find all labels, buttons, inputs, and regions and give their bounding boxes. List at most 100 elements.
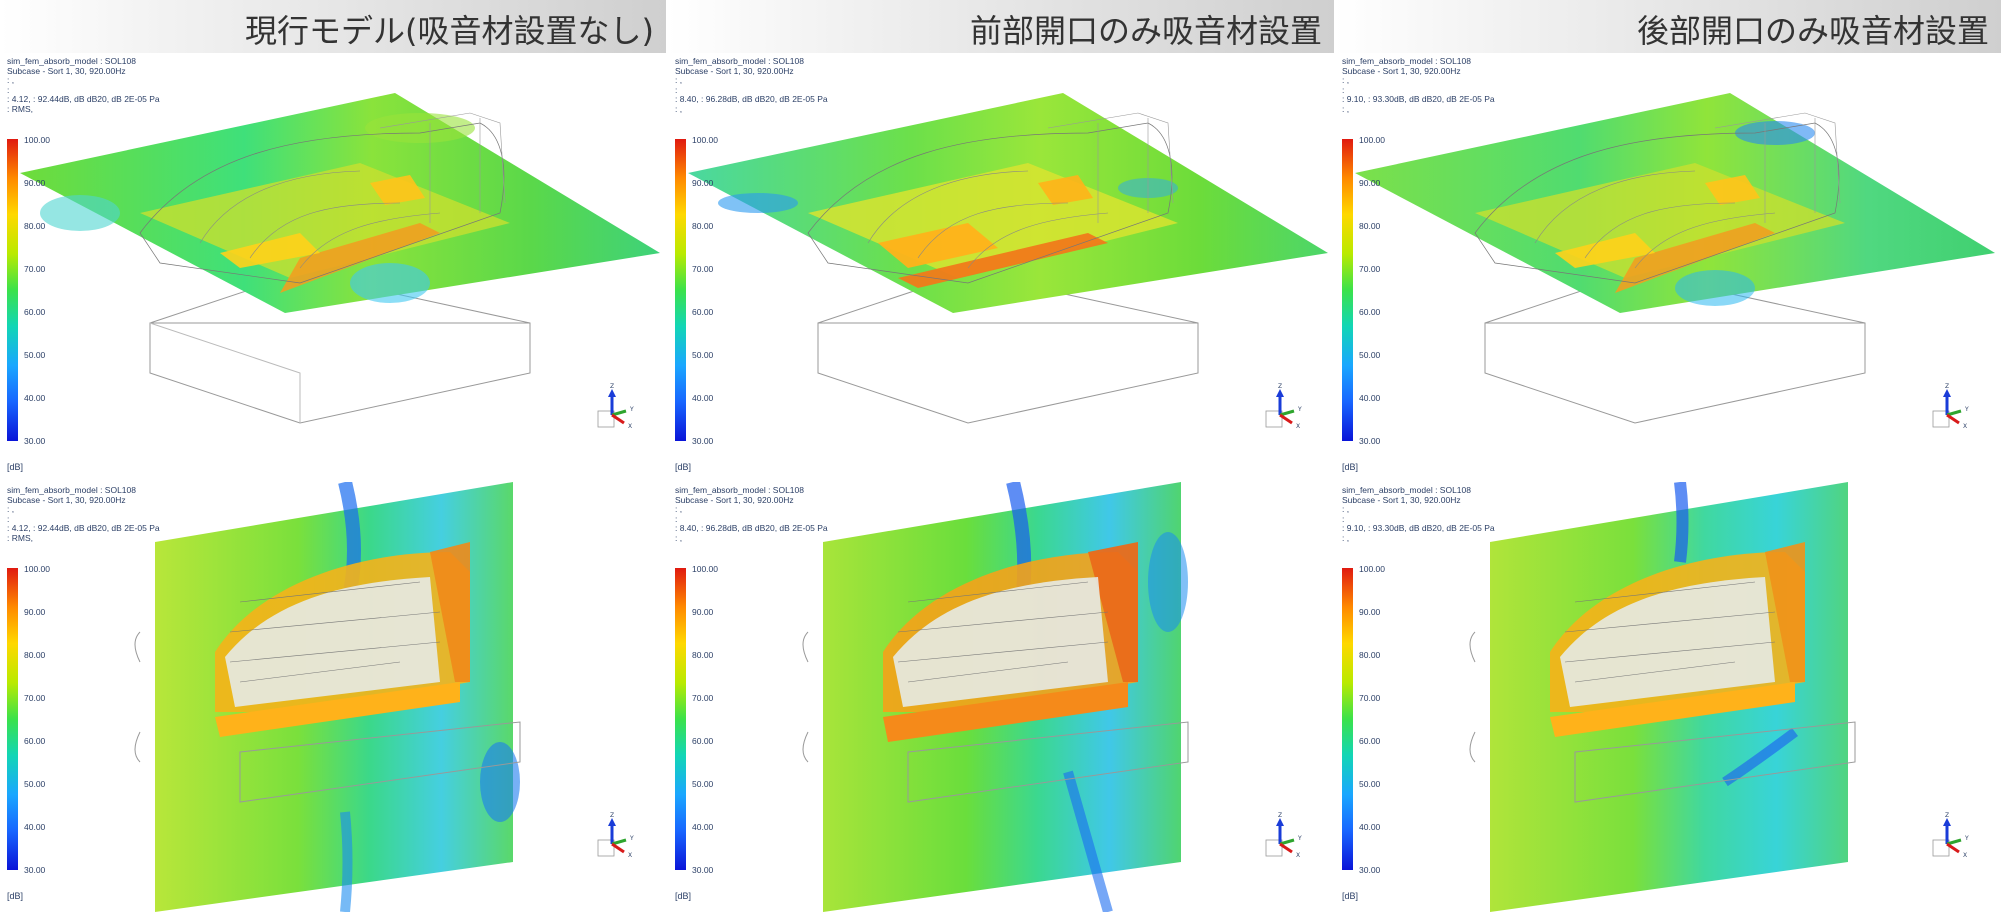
colorbar (1342, 139, 1353, 441)
column-title: 前部開口のみ吸音材設置 (969, 12, 1322, 50)
colorbar-tick: 100.00 (24, 135, 50, 145)
result-info: sim_fem_absorb_model : SOL108 Subcase - S… (7, 485, 160, 543)
triad-x-label: X (1963, 423, 1967, 430)
result-column-rear-absorber: 後部開口のみ吸音材設置 sim_fem_absorb_model: SOL10… (1335, 0, 2001, 912)
triad-x-label: X (628, 852, 632, 859)
colorbar-tick: 70.00 (1359, 693, 1381, 703)
triad-z-label: Z (610, 812, 614, 819)
colorbar-tick: 60.00 (1359, 736, 1381, 746)
colorbar-tick: 30.00 (24, 436, 46, 446)
triad-x-label: X (628, 423, 632, 430)
column-header: 前部開口のみ吸音材設置 (668, 0, 1334, 53)
colorbar-tick: 70.00 (24, 693, 46, 703)
triad-y-label: Y (1964, 406, 1969, 413)
colorbar-tick: 30.00 (1359, 865, 1381, 875)
column-header: 後部開口のみ吸音材設置 (1335, 0, 2001, 53)
result-info: sim_fem_absorb_model : SOL108 Subcase - S… (1342, 56, 1495, 114)
viewport-horizontal-section[interactable]: sim_fem_absorb_model : SOL108 Subcase - S… (1335, 53, 2001, 483)
colorbar-tick: 50.00 (1359, 350, 1381, 360)
triad-z-label: Z (1945, 383, 1949, 390)
colorbar (675, 568, 686, 870)
colorbar-tick: 80.00 (24, 650, 46, 660)
colorbar-tick: 80.00 (692, 650, 714, 660)
viewport-horizontal-section[interactable]: sim_fem_absorb_model : SOL108 Subcase - S… (0, 53, 666, 483)
colorbar (7, 568, 18, 870)
colorbar-tick: 100.00 (692, 135, 718, 145)
result-column-baseline: 現行モデル(吸音材設置なし) sim_fem_absorb_model: SO… (0, 0, 666, 912)
triad-y-label: Y (629, 406, 634, 413)
colorbar-unit: [dB] (675, 462, 692, 472)
colorbar-tick: 60.00 (24, 307, 46, 317)
triad-z-label: Z (1945, 812, 1949, 819)
colorbar-tick: 50.00 (24, 350, 46, 360)
axis-triad-icon: Z Y X (597, 383, 634, 430)
colorbar-tick: 50.00 (24, 779, 46, 789)
axis-triad-icon: Z Y X (1932, 383, 1969, 430)
colorbar-tick: 60.00 (24, 736, 46, 746)
colorbar-tick: 80.00 (692, 221, 714, 231)
contour-plot (1469, 482, 1856, 912)
triad-y-label: Y (1964, 835, 1969, 842)
colorbar-tick: 80.00 (24, 221, 46, 231)
triad-z-label: Z (1278, 383, 1282, 390)
colorbar-tick: 50.00 (692, 350, 714, 360)
colorbar-tick: 70.00 (1359, 264, 1381, 274)
triad-z-label: Z (1278, 812, 1282, 819)
colorbar-tick: 70.00 (692, 693, 714, 703)
triad-x-label: X (1296, 852, 1300, 859)
colorbar-tick: 60.00 (692, 307, 714, 317)
colorbar-tick: 40.00 (24, 822, 46, 832)
contour-plot (688, 93, 1328, 424)
column-title: 現行モデル(吸音材設置なし) (245, 12, 654, 50)
result-info: sim_fem_absorb_model : SOL108 Subcase - S… (1342, 485, 1495, 543)
colorbar (7, 139, 18, 441)
triad-y-label: Y (629, 835, 634, 842)
viewport-horizontal-section[interactable]: sim_fem_absorb_model : SOL108 Subcase - S… (668, 53, 1334, 483)
viewport-vertical-section[interactable]: sim_fem_absorb_model : SOL108 Subcase - S… (668, 482, 1334, 912)
colorbar-tick: 40.00 (692, 393, 714, 403)
triad-y-label: Y (1297, 406, 1302, 413)
colorbar-tick: 100.00 (1359, 135, 1385, 145)
viewport-vertical-section[interactable]: sim_fem_absorb_model : SOL108 Subcase - S… (0, 482, 666, 912)
colorbar-unit: [dB] (7, 891, 24, 901)
colorbar-tick: 80.00 (1359, 650, 1381, 660)
colorbar-tick: 30.00 (692, 865, 714, 875)
axis-triad-icon: Z Y X (1265, 383, 1302, 430)
triad-y-label: Y (1297, 835, 1302, 842)
colorbar-tick: 90.00 (692, 178, 714, 188)
colorbar-tick: 90.00 (1359, 178, 1381, 188)
colorbar-tick: 40.00 (24, 393, 46, 403)
triad-x-label: X (1963, 852, 1967, 859)
result-info: sim_fem_absorb_model : SOL108 Subcase - S… (675, 485, 828, 543)
colorbar-tick: 90.00 (24, 178, 46, 188)
column-header: 現行モデル(吸音材設置なし) (0, 0, 666, 53)
colorbar-tick: 90.00 (692, 607, 714, 617)
colorbar-unit: [dB] (675, 891, 692, 901)
axis-triad-icon: Z Y X (597, 812, 634, 859)
viewport-vertical-section[interactable]: sim_fem_absorb_model : SOL108 Subcase - S… (1335, 482, 2001, 912)
colorbar-tick: 30.00 (24, 865, 46, 875)
colorbar-unit: [dB] (1342, 462, 1359, 472)
colorbar-unit: [dB] (7, 462, 24, 472)
colorbar-tick: 90.00 (1359, 607, 1381, 617)
colorbar-tick: 40.00 (1359, 393, 1381, 403)
colorbar-tick: 100.00 (1359, 564, 1385, 574)
colorbar-tick: 100.00 (692, 564, 718, 574)
column-title: 後部開口のみ吸音材設置 (1636, 12, 1989, 50)
triad-z-label: Z (610, 383, 614, 390)
result-column-front-absorber: 前部開口のみ吸音材設置 sim_fem_absorb_model: SOL10… (668, 0, 1334, 912)
colorbar-tick: 40.00 (1359, 822, 1381, 832)
colorbar (1342, 568, 1353, 870)
colorbar-tick: 60.00 (1359, 307, 1381, 317)
colorbar-tick: 70.00 (24, 264, 46, 274)
colorbar-tick: 30.00 (692, 436, 714, 446)
colorbar-tick: 40.00 (692, 822, 714, 832)
result-info: sim_fem_absorb_model : SOL108 Subcase - S… (7, 56, 160, 114)
colorbar-tick: 100.00 (24, 564, 50, 574)
axis-triad-icon: Z Y X (1932, 812, 1969, 859)
colorbar-tick: 30.00 (1359, 436, 1381, 446)
colorbar-tick: 70.00 (692, 264, 714, 274)
contour-plot (802, 482, 1189, 912)
result-info: sim_fem_absorb_model : SOL108 Subcase - S… (675, 56, 828, 114)
triad-x-label: X (1296, 423, 1300, 430)
